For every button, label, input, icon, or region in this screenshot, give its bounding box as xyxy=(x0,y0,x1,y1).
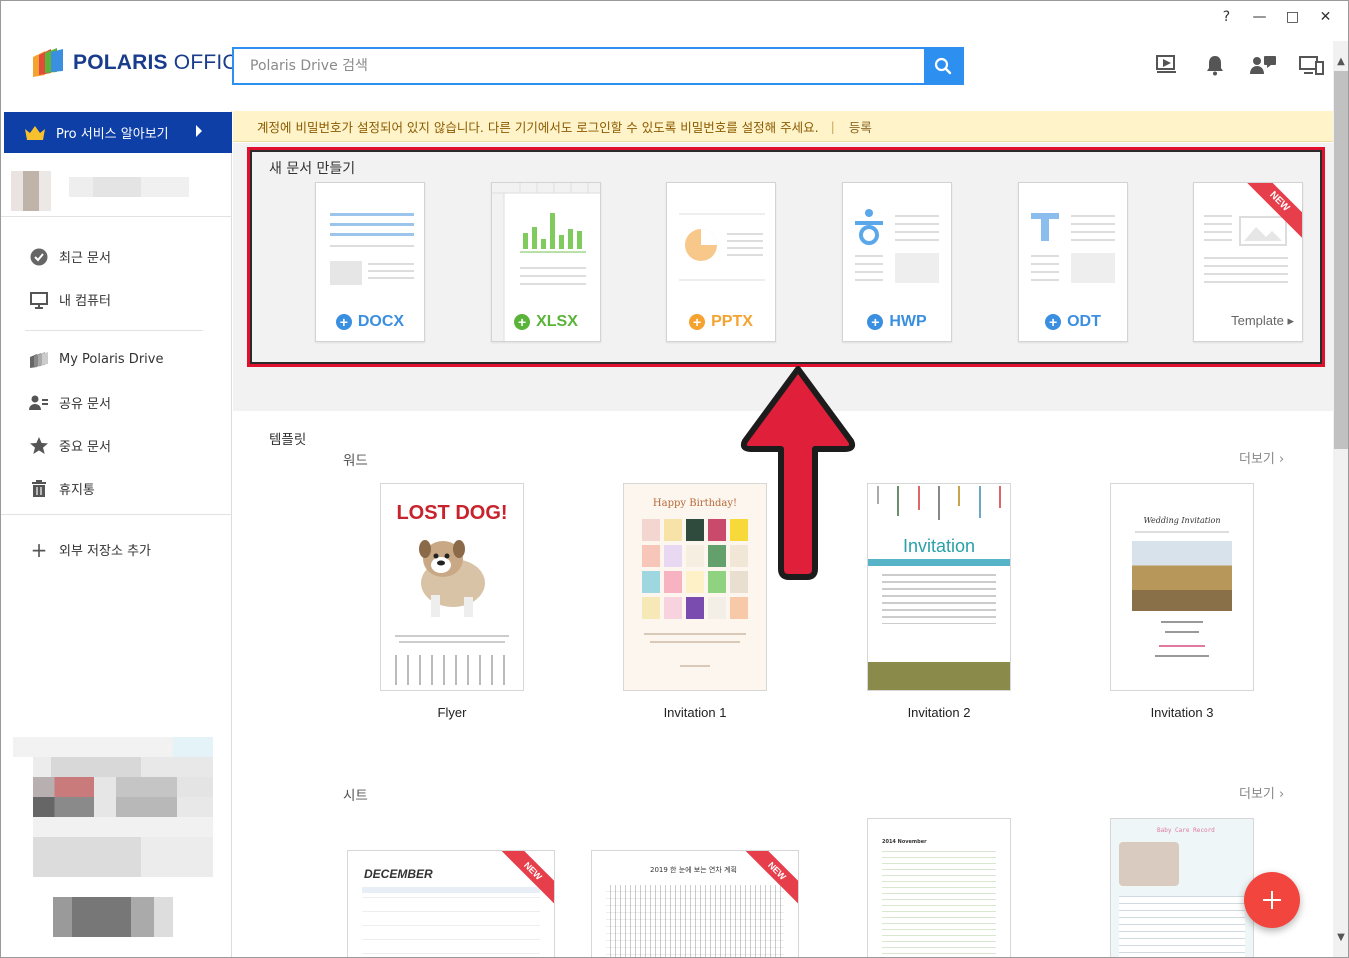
share-users-icon xyxy=(29,393,49,413)
monitor-icon xyxy=(29,290,49,310)
invitation2-headline: Invitation xyxy=(902,536,976,556)
template-card-sheet-december[interactable]: DECEMBER NEW xyxy=(347,850,555,957)
drive-icon xyxy=(29,350,49,370)
sidebar-item-my-computer[interactable]: 내 컴퓨터 xyxy=(1,278,232,321)
present-icon[interactable] xyxy=(1151,51,1183,79)
sheet-more-link[interactable]: 더보기 › xyxy=(1239,783,1284,802)
sidebar-item-starred[interactable]: 중요 문서 xyxy=(1,424,232,467)
star-icon xyxy=(29,436,49,456)
template-card-flyer[interactable]: LOST DOG! xyxy=(380,483,524,691)
pptx-preview-icon xyxy=(679,213,765,281)
profile-name xyxy=(69,177,189,197)
scroll-down-arrow-icon[interactable]: ▼ xyxy=(1334,929,1348,945)
nav-group-top: 최근 문서 내 컴퓨터 xyxy=(1,235,232,321)
devices-icon[interactable] xyxy=(1295,51,1327,79)
maximize-button[interactable]: □ xyxy=(1276,5,1309,29)
new-from-template-button[interactable]: NEW Template ▸ xyxy=(1193,182,1303,342)
template-name: Invitation 1 xyxy=(663,705,727,720)
search-button[interactable] xyxy=(924,49,962,83)
template-name: Invitation 2 xyxy=(907,705,971,720)
search-bar xyxy=(232,47,964,85)
nav-group-storage: + 외부 저장소 추가 xyxy=(1,528,232,571)
template-card-invitation-3[interactable]: Wedding Invitation xyxy=(1110,483,1254,691)
header-icons xyxy=(1151,51,1327,79)
pro-service-button[interactable]: Pro 서비스 알아보기 xyxy=(4,112,232,153)
hwp-label: + HWP xyxy=(843,313,951,331)
plus-circle-icon: + xyxy=(1045,314,1062,330)
search-input[interactable] xyxy=(234,49,924,83)
plus-circle-icon: + xyxy=(689,314,706,330)
template-name: Invitation 3 xyxy=(1150,705,1214,720)
new-docx-button[interactable]: + DOCX xyxy=(315,182,425,342)
nav-group-drive: My Polaris Drive 공유 문서 중요 문서 휴지통 xyxy=(1,338,232,510)
plus-circle-icon: + xyxy=(514,314,531,330)
flyer-headline: LOST DOG! xyxy=(396,502,508,524)
search-icon xyxy=(934,57,952,75)
password-notice-banner: 계정에 비밀번호가 설정되어 있지 않습니다. 다른 기기에서도 로그인할 수 … xyxy=(233,111,1333,142)
template-card-sheet-november[interactable]: 2014 November xyxy=(867,818,1011,957)
divider xyxy=(1,514,232,515)
sidebar-item-my-drive[interactable]: My Polaris Drive xyxy=(1,338,232,381)
bell-icon[interactable] xyxy=(1199,51,1231,79)
template-card-sheet-leave-plan[interactable]: 2019 한 눈에 보는 연차 계획 NEW xyxy=(591,850,799,957)
new-xlsx-button[interactable]: + XLSX xyxy=(491,182,601,342)
add-external-storage-button[interactable]: + 외부 저장소 추가 xyxy=(1,528,232,571)
hwp-preview-icon xyxy=(855,209,939,283)
crown-icon xyxy=(25,125,45,140)
new-hwp-button[interactable]: + HWP xyxy=(842,182,952,342)
xlsx-label: + XLSX xyxy=(492,313,600,331)
docx-label: + DOCX xyxy=(316,313,424,331)
plus-icon xyxy=(1263,891,1281,909)
floating-add-button[interactable] xyxy=(1244,872,1300,928)
odt-label: + ODT xyxy=(1019,313,1127,331)
dog-image xyxy=(419,540,485,617)
new-document-title: 새 문서 만들기 xyxy=(269,161,356,177)
help-button[interactable]: ? xyxy=(1210,5,1243,29)
template-card-invitation-2[interactable]: Invitation xyxy=(867,483,1011,691)
trash-icon xyxy=(29,479,49,499)
scroll-up-arrow-icon[interactable]: ▲ xyxy=(1334,53,1348,69)
templates-title: 템플릿 xyxy=(269,432,307,448)
sidebar-item-shared[interactable]: 공유 문서 xyxy=(1,381,232,424)
divider xyxy=(1,216,232,217)
scroll-thumb[interactable] xyxy=(1334,71,1348,449)
plus-circle-icon: + xyxy=(335,314,352,330)
close-button[interactable]: ✕ xyxy=(1309,5,1342,29)
window-controls: ? — □ ✕ xyxy=(1210,5,1342,29)
notice-text: 계정에 비밀번호가 설정되어 있지 않습니다. 다른 기기에서도 로그인할 수 … xyxy=(257,119,819,135)
promo-banner xyxy=(13,737,213,937)
annotation-arrow-icon xyxy=(740,366,856,580)
pro-service-label: Pro 서비스 알아보기 xyxy=(56,127,169,142)
template-name: Flyer xyxy=(437,705,467,720)
invitation3-headline: Wedding Invitation xyxy=(1143,516,1221,525)
plus-circle-icon: + xyxy=(867,314,884,330)
new-odt-button[interactable]: + ODT xyxy=(1018,182,1128,342)
sidebar-item-trash[interactable]: 휴지통 xyxy=(1,467,232,510)
sidebar-item-recent[interactable]: 최근 문서 xyxy=(1,235,232,278)
docx-preview-icon xyxy=(330,213,414,285)
polaris-logo-icon xyxy=(33,48,63,77)
chat-users-icon[interactable] xyxy=(1247,51,1279,79)
template-card-sheet-baby-care[interactable]: Baby Care Record xyxy=(1110,818,1254,957)
odt-preview-icon xyxy=(1031,213,1115,283)
new-pptx-button[interactable]: + PPTX xyxy=(666,182,776,342)
chevron-right-icon xyxy=(196,125,202,137)
profile-avatar xyxy=(11,171,51,211)
minimize-button[interactable]: — xyxy=(1243,5,1276,29)
pptx-label: + PPTX xyxy=(667,313,775,331)
divider xyxy=(25,330,203,331)
sidebar: Pro 서비스 알아보기 최근 문서 내 컴퓨터 My Polaris Driv… xyxy=(1,111,232,957)
app-logo[interactable]: POLARIS OFFICE xyxy=(31,47,252,79)
sheet-section-title: 시트 xyxy=(343,788,368,804)
logo-text: POLARIS OFFICE xyxy=(73,51,252,74)
word-section-title: 워드 xyxy=(343,453,368,469)
word-more-link[interactable]: 더보기 › xyxy=(1239,448,1284,467)
plus-icon: + xyxy=(30,537,48,562)
check-circle-icon xyxy=(29,247,49,267)
register-link[interactable]: 등록 xyxy=(849,117,872,136)
app-window: ? — □ ✕ POLARIS OFFICE Pro 서비스 알아보기 xyxy=(0,0,1349,958)
template-label: Template ▸ xyxy=(1231,313,1294,328)
